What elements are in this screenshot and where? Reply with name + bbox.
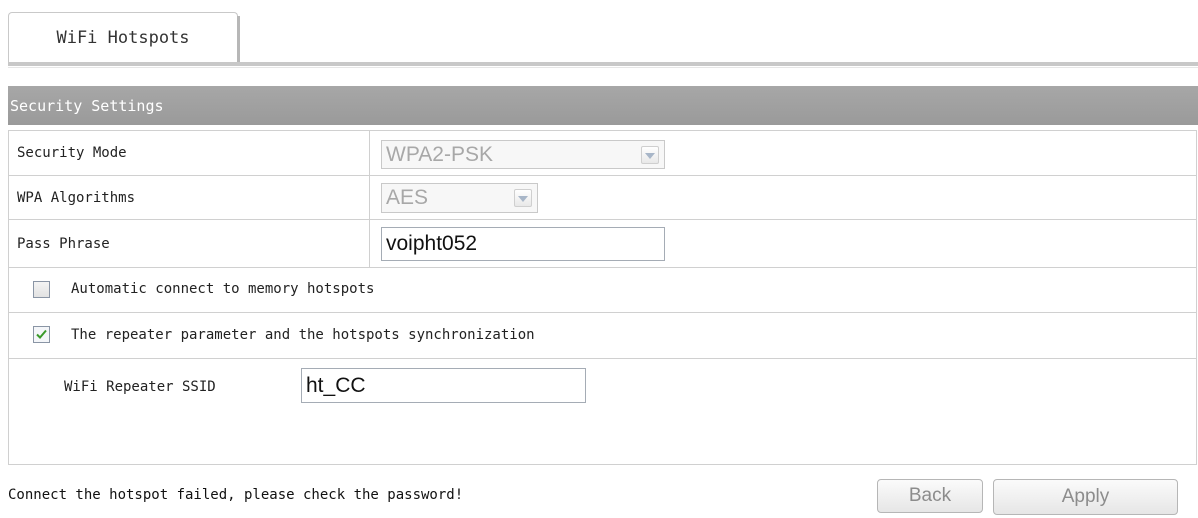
- repeater-ssid-value: ht_CC: [306, 373, 366, 397]
- pass-phrase-input[interactable]: voipht052: [381, 227, 665, 261]
- tab-strip: WiFi Hotspots: [8, 12, 1198, 72]
- repeater-sync-label: The repeater parameter and the hotspots …: [71, 327, 535, 343]
- security-mode-value: WPA2-PSK: [386, 142, 493, 166]
- wpa-algorithms-select[interactable]: AES: [381, 183, 538, 213]
- row-repeater-ssid: WiFi Repeater SSID ht_CC: [9, 359, 1196, 464]
- section-title: Security Settings: [10, 96, 164, 115]
- row-auto-connect: Automatic connect to memory hotspots: [9, 268, 1196, 313]
- status-message: Connect the hotspot failed, please check…: [8, 487, 464, 503]
- pass-phrase-label: Pass Phrase: [9, 220, 370, 267]
- apply-button[interactable]: Apply: [993, 479, 1178, 515]
- repeater-ssid-label: WiFi Repeater SSID: [64, 379, 216, 395]
- repeater-ssid-input[interactable]: ht_CC: [301, 368, 586, 403]
- apply-label: Apply: [1061, 486, 1110, 507]
- auto-connect-checkbox[interactable]: [33, 281, 50, 298]
- security-mode-select[interactable]: WPA2-PSK: [381, 140, 665, 169]
- tab-wifi-hotspots[interactable]: WiFi Hotspots: [8, 12, 240, 63]
- row-wpa-algorithms: WPA Algorithms AES: [9, 176, 1196, 220]
- back-button[interactable]: Back: [877, 479, 983, 513]
- back-label: Back: [908, 485, 952, 506]
- auto-connect-label: Automatic connect to memory hotspots: [71, 281, 375, 297]
- tab-label: WiFi Hotspots: [56, 27, 190, 48]
- tab-divider: [8, 62, 1198, 66]
- chevron-down-icon: [514, 189, 532, 207]
- wpa-algorithms-label: WPA Algorithms: [9, 176, 370, 219]
- chevron-down-icon: [641, 145, 659, 164]
- row-repeater-sync: The repeater parameter and the hotspots …: [9, 313, 1196, 359]
- section-header: Security Settings: [8, 86, 1198, 125]
- security-mode-label: Security Mode: [9, 131, 370, 175]
- tab-divider-light: [8, 67, 1198, 68]
- row-pass-phrase: Pass Phrase voipht052: [9, 220, 1196, 268]
- check-icon: [36, 329, 47, 339]
- wpa-algorithms-value: AES: [386, 186, 429, 209]
- settings-table: Security Mode WPA2-PSK WPA Algorithms AE…: [8, 130, 1197, 465]
- repeater-sync-checkbox[interactable]: [33, 326, 50, 343]
- pass-phrase-value: voipht052: [386, 232, 478, 255]
- row-security-mode: Security Mode WPA2-PSK: [9, 131, 1196, 176]
